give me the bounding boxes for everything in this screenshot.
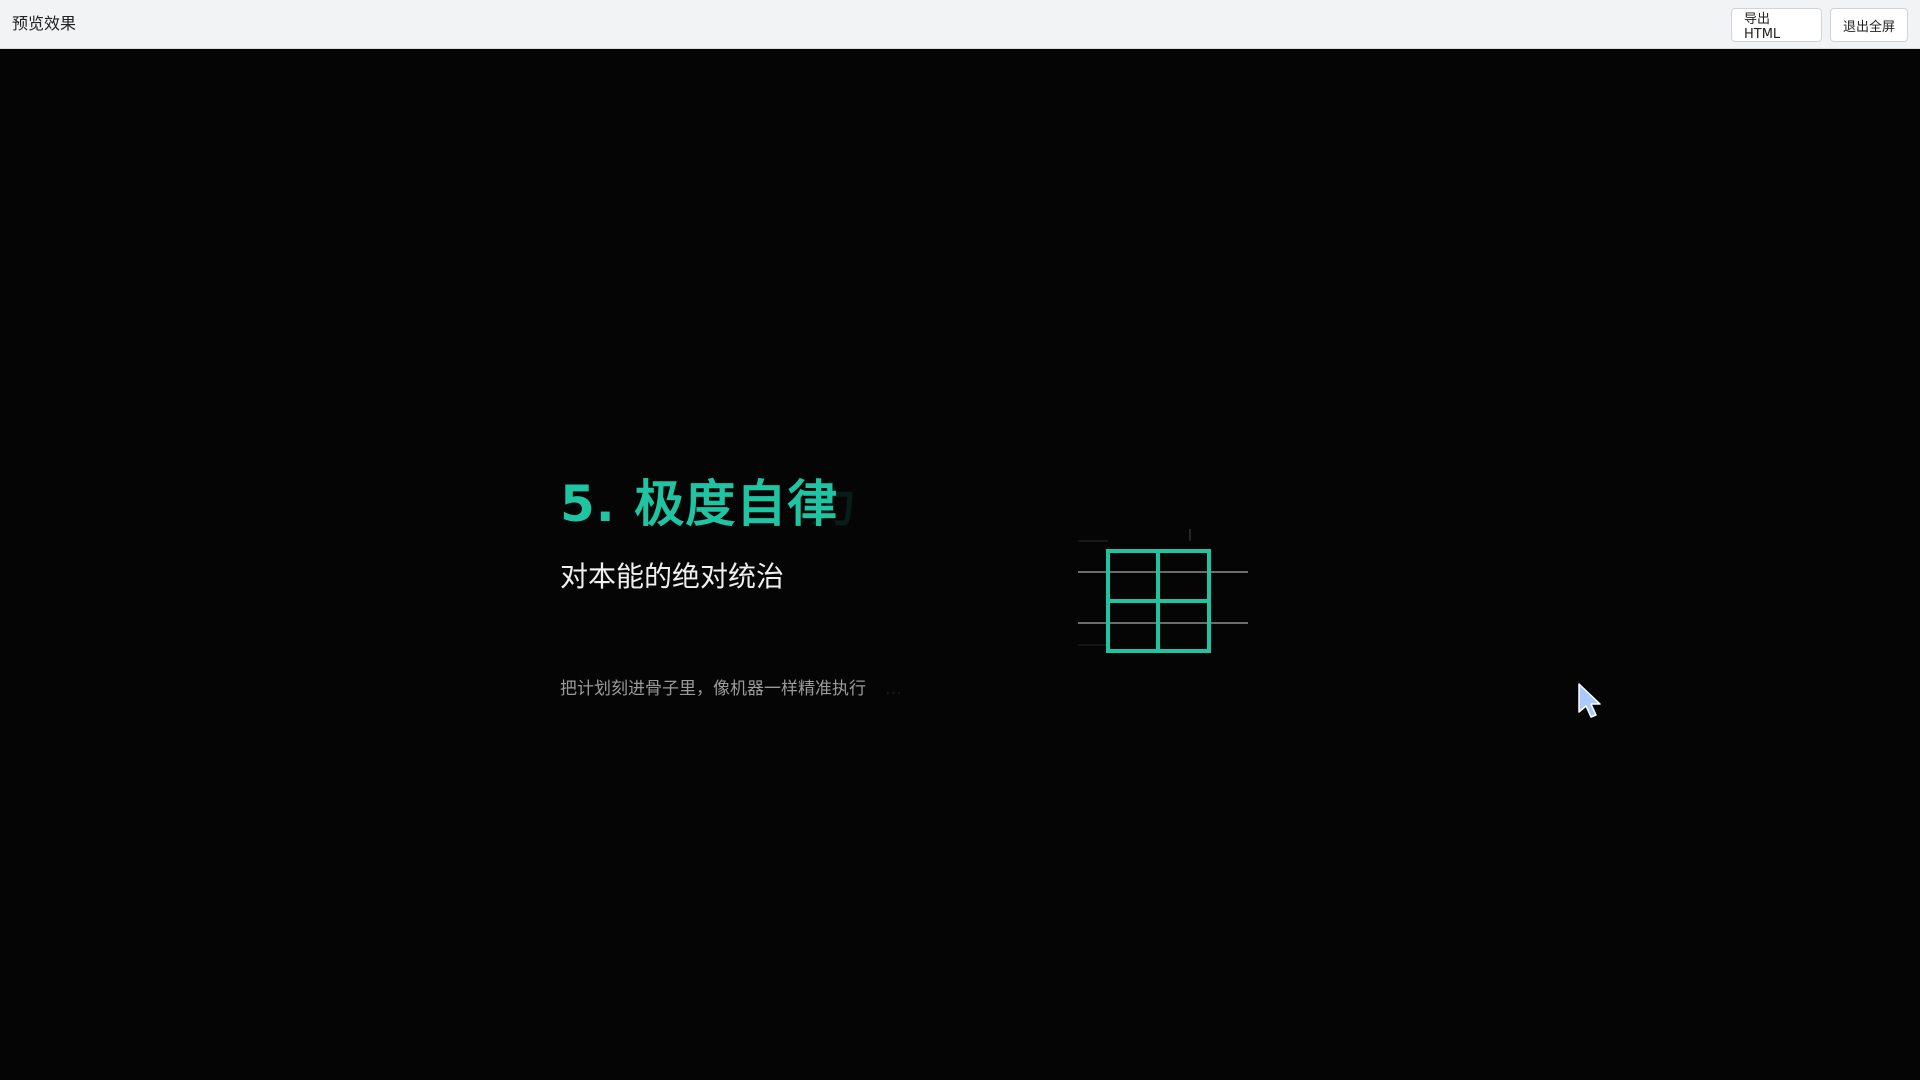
slide-description: 把计划刻进骨子里，像机器一样精准执行 [560, 679, 866, 699]
mouse-pointer-icon [1578, 683, 1601, 718]
preview-title: 预览效果 [12, 14, 77, 33]
slide-title: 5. 极度自律 [560, 475, 839, 533]
exit-fullscreen-button[interactable]: 退出全屏 [1830, 8, 1908, 42]
slide-stage: 5. 极度自律 力 对本能的绝对统治 把计划刻进骨子里，像机器一样精准执行 … [0, 49, 1920, 1080]
slide-subtitle: 对本能的绝对统治 [560, 560, 785, 593]
slide-title-ghost: 力 [810, 478, 856, 532]
export-html-button[interactable]: 导出 HTML [1731, 8, 1822, 42]
preview-toolbar: 预览效果 导出 HTML 退出全屏 [0, 0, 1920, 49]
grid-table-icon [1078, 529, 1248, 653]
slide-description-ghost: … [885, 679, 902, 699]
